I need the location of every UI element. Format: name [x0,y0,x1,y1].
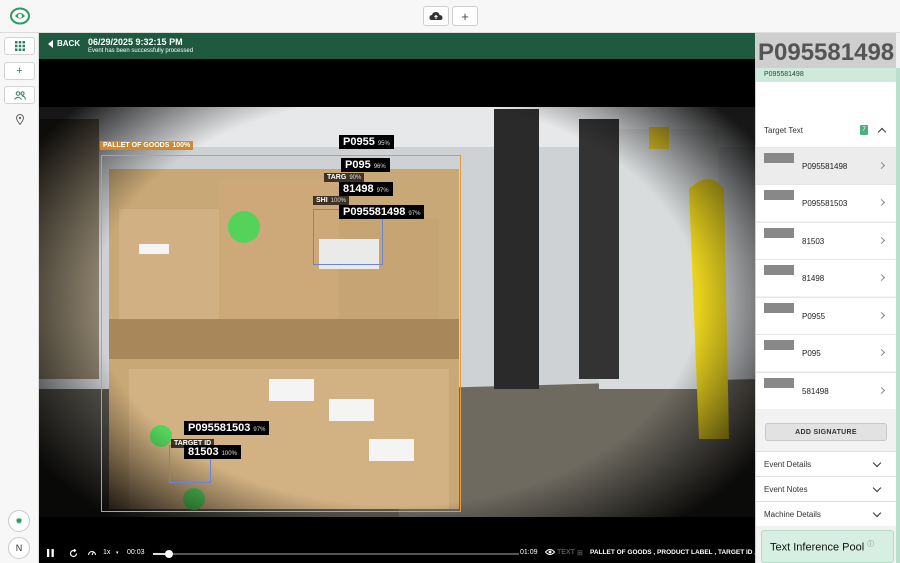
seek-bar[interactable] [153,550,519,558]
signature-text: 81498 [802,274,825,283]
pause-button[interactable] [47,549,54,559]
detection-label: 81498 97% [339,182,393,196]
event-notes-section[interactable]: Event Notes [756,476,896,501]
users-icon [13,90,26,100]
selected-text-id: P095581498 [756,68,896,82]
left-rail: + ✹ N [0,33,39,563]
signature-text: P095 [802,349,821,358]
chevron-right-icon [877,311,886,320]
section-label: Event Details [764,460,812,469]
grid-button[interactable] [4,37,35,55]
section-label: Machine Details [764,510,821,519]
signature-text: 81503 [802,237,825,246]
speed-select[interactable]: 1x [103,549,110,556]
pause-icon [47,549,54,557]
app-logo[interactable] [10,7,30,25]
back-label: BACK [57,39,81,48]
detection-label: P095 96% [341,158,390,172]
target-count-badge: 7 [860,125,868,135]
detection-label-shipping: SHI 100% [313,196,350,205]
event-status: Event has been successfully processed [88,48,194,54]
back-button[interactable]: BACK [48,39,80,48]
replay-button[interactable] [69,548,78,560]
chevron-down-icon [872,458,882,468]
signature-item[interactable]: P095581503 [756,184,896,221]
signature-item[interactable]: P095 [756,334,896,371]
sun-icon: ✹ [15,515,23,526]
section-label: Event Notes [764,485,808,494]
chevron-down-icon: ▾ [116,550,119,556]
chevron-right-icon [877,348,886,357]
signature-thumbnail [764,190,794,200]
panel-scrollbar[interactable] [896,68,900,563]
theme-toggle-button[interactable]: ✹ [8,510,30,532]
signature-thumbnail [764,228,794,238]
replay-icon [69,548,78,558]
text-inference-pool-button[interactable]: Text Inference Pool ⓘ [761,530,894,563]
signature-thumbnail [764,153,794,163]
text-toggle[interactable]: TEXT [557,549,575,556]
chevron-right-icon [877,386,886,395]
info-icon[interactable]: ⓘ [867,541,874,548]
location-pin-icon[interactable] [12,111,28,127]
users-button[interactable] [4,86,35,104]
right-panel: P095581498 P095581498 Target Text 7 P095… [755,33,900,563]
detection-label: 81503 100% [184,445,241,459]
detection-label-target-id: TARG 90% [324,173,365,182]
chevron-right-icon [877,236,886,245]
chevron-right-icon [877,198,886,207]
event-header: BACK 06/29/2025 9:32:15 PM Event has bee… [39,33,755,59]
signature-thumbnail [764,265,794,275]
eye-icon[interactable] [544,548,556,558]
detection-label: P095581503 97% [184,421,270,435]
target-text-header [756,82,896,149]
detection-label: P095581498 97% [339,205,425,219]
detection-label-pallet: PALLET OF GOODS 100% [100,141,194,150]
signature-thumbnail [764,378,794,388]
signature-text: P095581503 [802,199,848,208]
signature-text: P0955 [802,312,826,321]
svg-text:P095581498: P095581498 [758,39,894,66]
speed-gauge-icon [88,549,96,558]
target-text-label: Target Text [764,126,803,135]
player-controls: 1x ▾ 00:03 01:09 TEXT ⊞ PALLET OF GOODS … [39,544,755,563]
class-list: PALLET OF GOODS , PRODUCT LABEL , TARGET… [590,549,755,556]
signature-item[interactable]: 81498 [756,259,896,296]
chevron-down-icon [872,483,882,493]
signature-thumbnail [764,340,794,350]
detection-label: P0955 95% [339,135,394,149]
back-arrow-icon [48,39,53,48]
end-time: 01:09 [520,549,538,556]
user-avatar[interactable]: N [8,537,30,559]
selected-thumbnail: P095581498 [756,33,896,68]
machine-details-section[interactable]: Machine Details [756,501,896,526]
signature-item[interactable]: 81503 [756,222,896,259]
signature-item[interactable]: 581498 [756,372,896,409]
current-time: 00:03 [127,549,145,556]
cloud-upload-icon [429,11,443,20]
signature-item[interactable]: P095581498 [756,147,896,184]
grid-icon [14,41,25,51]
video-player[interactable]: PALLET OF GOODS 100% P0955 95% TARG 90% SHI… [39,59,755,544]
signature-item[interactable]: P0955 [756,297,896,334]
seek-handle[interactable] [165,550,174,558]
cloud-upload-button[interactable] [423,6,449,26]
pool-label: Text Inference Pool [770,541,865,554]
chevron-right-icon [877,161,886,170]
add-button[interactable]: + [452,6,478,26]
signature-text: 581498 [802,387,829,396]
event-details-section[interactable]: Event Details [756,451,896,476]
rail-add-button[interactable]: + [4,62,35,80]
overlay-icon[interactable]: ⊞ [577,549,583,557]
signature-thumbnail [764,303,794,313]
chevron-right-icon [877,273,886,282]
signature-text: P095581498 [802,162,848,171]
add-signature-button[interactable]: ADD SIGNATURE [765,423,887,441]
event-datetime: 06/29/2025 9:32:15 PM [88,37,183,47]
top-bar: + [0,0,900,33]
chevron-down-icon [872,508,882,518]
